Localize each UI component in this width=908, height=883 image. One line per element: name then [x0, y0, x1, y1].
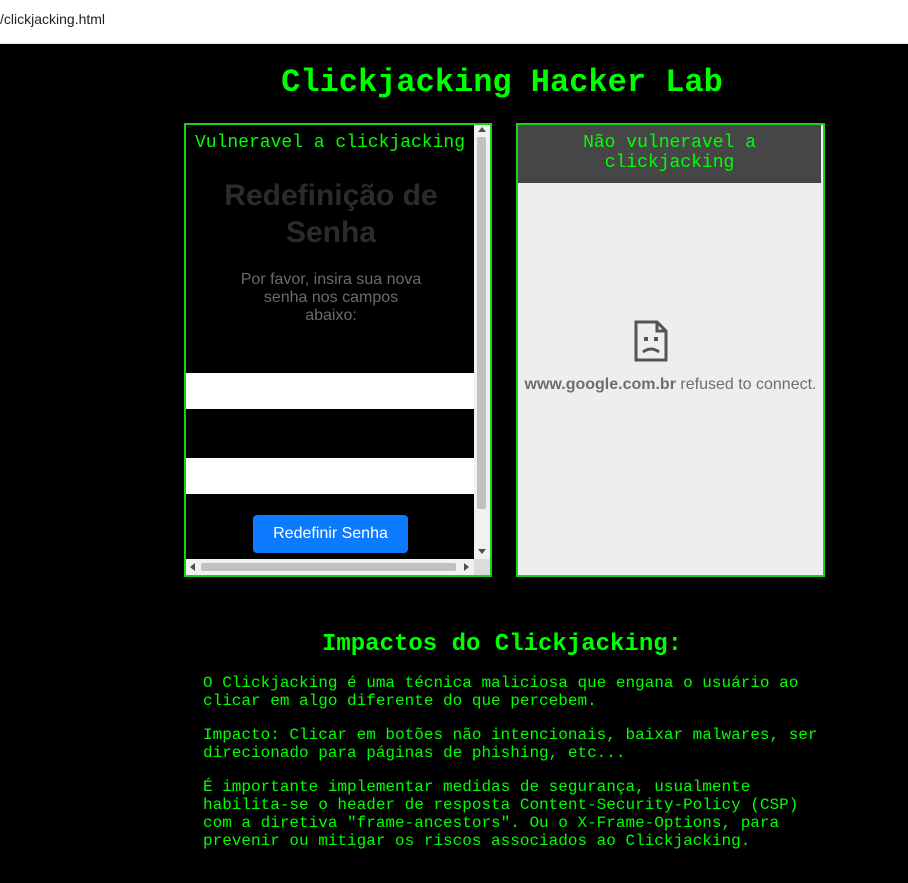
- page-title: Clickjacking Hacker Lab: [281, 64, 723, 101]
- address-bar[interactable]: /clickjacking.html: [0, 0, 908, 44]
- impacts-title: Impactos do Clickjacking:: [321, 631, 683, 658]
- impact-paragraph: Impacto: Clicar em botões não intenciona…: [203, 726, 818, 762]
- url-text[interactable]: /clickjacking.html: [0, 11, 105, 27]
- horizontal-scroll-thumb[interactable]: [201, 563, 456, 571]
- impact-paragraph: O Clickjacking é uma técnica maliciosa q…: [203, 674, 799, 710]
- framed-reset-page: Redefinição de Senha Por favor, insira s…: [186, 125, 474, 559]
- reset-instructions: Por favor, insira sua nova senha nos cam…: [240, 271, 422, 324]
- refused-domain: www.google.com.br: [524, 376, 676, 393]
- vertical-scroll-thumb[interactable]: [477, 137, 486, 509]
- reset-title: Redefinição de Senha: [224, 179, 438, 249]
- refused-text: refused to connect.: [680, 376, 817, 393]
- new-password-input[interactable]: [186, 373, 474, 409]
- protected-iframe: Não vulneravel a clickjacking www.google…: [516, 123, 825, 577]
- vulnerable-frame-caption: Vulneravel a clickjacking: [186, 125, 474, 163]
- connection-refused-message: www.google.com.br refused to connect.: [518, 376, 823, 394]
- scroll-down-arrow-icon[interactable]: [478, 549, 486, 554]
- impact-paragraph: É importante implementar medidas de segu…: [203, 778, 799, 850]
- vulnerable-iframe[interactable]: Redefinição de Senha Por favor, insira s…: [184, 123, 492, 577]
- horizontal-scrollbar[interactable]: [186, 559, 474, 575]
- scroll-right-arrow-icon[interactable]: [464, 563, 469, 571]
- scroll-up-arrow-icon[interactable]: [478, 127, 486, 132]
- confirm-password-input[interactable]: [186, 458, 474, 494]
- reset-password-button[interactable]: Redefinir Senha: [253, 515, 408, 553]
- protected-frame-caption: Não vulneravel a clickjacking: [518, 125, 821, 183]
- scrollbar-corner: [474, 559, 490, 575]
- sad-document-icon: [634, 320, 668, 362]
- scroll-left-arrow-icon[interactable]: [190, 563, 195, 571]
- vertical-scrollbar[interactable]: [474, 125, 490, 559]
